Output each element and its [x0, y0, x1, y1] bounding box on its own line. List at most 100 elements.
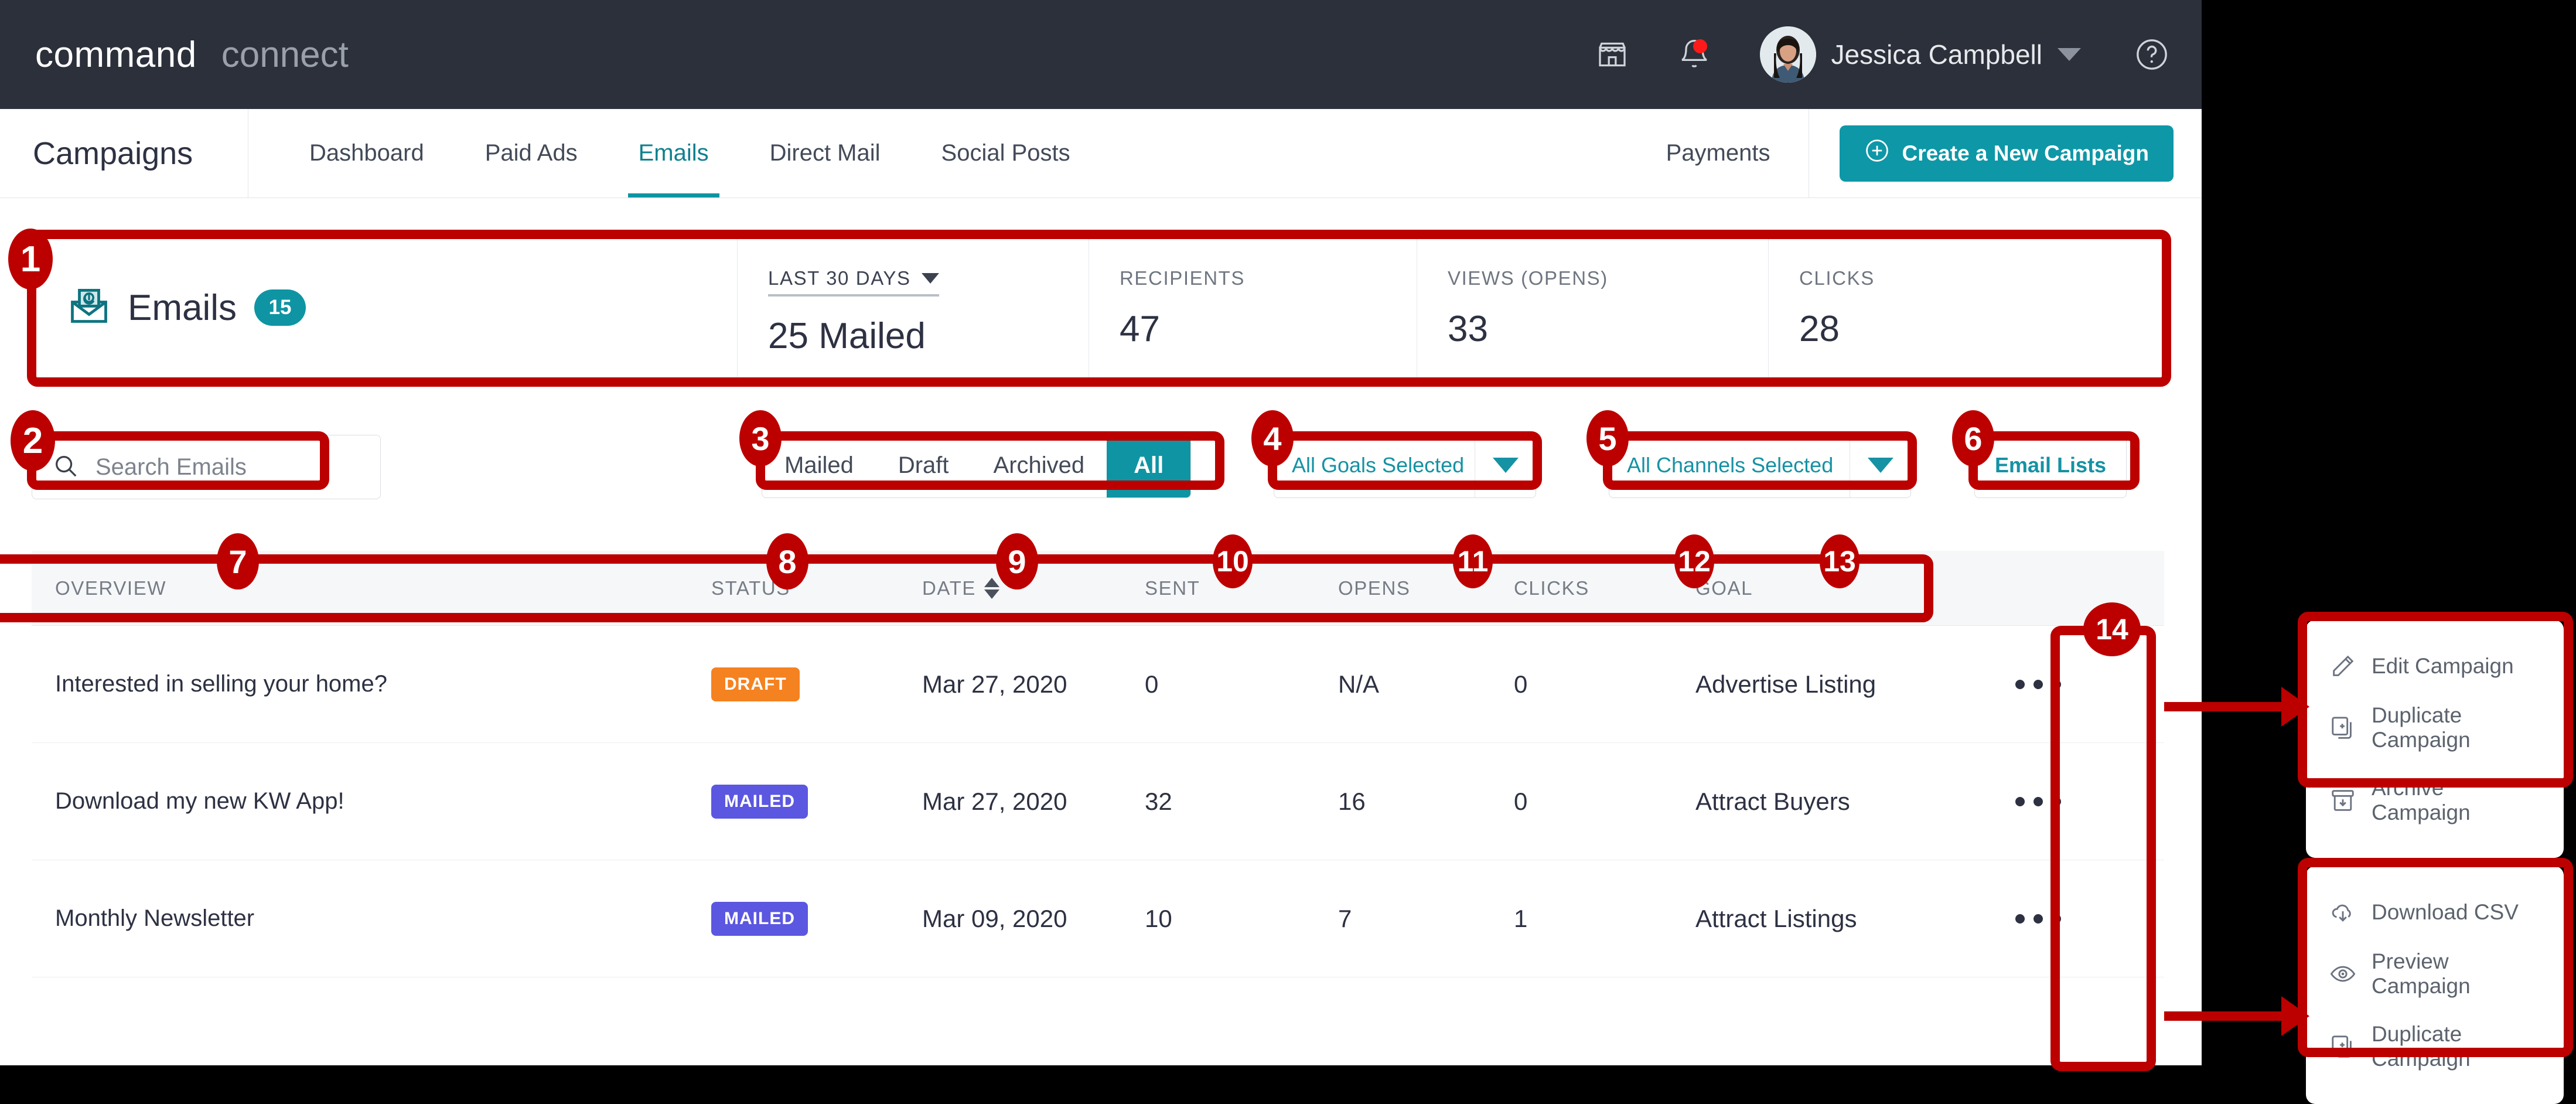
annotation-marker-13: 13 [1820, 534, 1860, 588]
table-row[interactable]: Monthly Newsletter MAILED Mar 09, 2020 1… [32, 860, 2164, 977]
search-input[interactable]: Search Emails [32, 435, 381, 499]
date-range-value: 25 Mailed [768, 316, 926, 356]
menu-item-duplicate-campaign[interactable]: Duplicate Campaign [2306, 1010, 2564, 1083]
channels-dropdown[interactable]: All Channels Selected [1609, 432, 1911, 498]
row-actions-menu-button[interactable] [1942, 914, 2135, 924]
annotation-arrow-line-2 [2164, 1011, 2281, 1021]
th-clicks[interactable]: CLICKS [1514, 577, 1695, 599]
tab-social-posts[interactable]: Social Posts [911, 109, 1101, 197]
notification-dot [1693, 39, 1707, 53]
row-context-menu-mailed[interactable]: Download CSV Preview Campaign Duplicate … [2306, 866, 2564, 1104]
email-lists-button[interactable]: Email Lists [1974, 432, 2127, 498]
tab-dashboard[interactable]: Dashboard [279, 109, 455, 197]
goals-dropdown[interactable]: All Goals Selected [1274, 432, 1536, 498]
brand-primary: command [35, 34, 197, 75]
status-filter-group: Mailed Draft Archived All [762, 432, 1192, 498]
filter-archived[interactable]: Archived [971, 433, 1107, 498]
menu-item-edit-campaign[interactable]: Edit Campaign [2306, 641, 2564, 691]
brand-secondary: connect [221, 34, 349, 75]
table-row[interactable]: Interested in selling your home? DRAFT M… [32, 626, 2164, 743]
campaigns-table: OVERVIEW STATUS DATE SENT OPENS CLICKS G… [32, 551, 2164, 977]
annotation-arrow-head-2 [2281, 996, 2309, 1036]
top-bar-actions: Jessica Campbell [1596, 0, 2202, 109]
sort-updown-icon[interactable] [984, 577, 999, 599]
stat-clicks: CLICKS 28 [1769, 234, 2120, 381]
duplicate-icon [2329, 1033, 2356, 1060]
status-badge: DRAFT [711, 667, 800, 701]
th-goal[interactable]: GOAL [1695, 577, 1942, 599]
menu-item-duplicate-campaign[interactable]: Duplicate Campaign [2306, 691, 2564, 764]
question-circle-icon[interactable] [2135, 38, 2169, 71]
row-actions-menu-button[interactable] [1942, 679, 2135, 689]
duplicate-icon [2329, 714, 2356, 741]
menu-item-label: Edit Campaign [2372, 654, 2514, 678]
menu-item-label: Duplicate Campaign [2372, 1022, 2471, 1071]
th-overview[interactable]: OVERVIEW [32, 577, 711, 599]
row-goal: Advertise Listing [1695, 670, 1876, 698]
ellipsis-icon[interactable] [2015, 679, 2061, 689]
th-opens[interactable]: OPENS [1338, 577, 1514, 599]
chevron-down-icon[interactable] [2058, 48, 2081, 61]
search-icon [52, 452, 79, 482]
menu-item-label: Download CSV [2372, 900, 2519, 924]
th-status[interactable]: STATUS [711, 577, 922, 599]
annotation-marker-3: 3 [739, 410, 782, 466]
stat-date-range[interactable]: LAST 30 DAYS 25 Mailed [738, 234, 1089, 381]
annotation-marker-9: 9 [996, 533, 1038, 590]
annotation-marker-1: 1 [8, 229, 53, 289]
tab-emails[interactable]: Emails [608, 109, 739, 197]
status-badge: MAILED [711, 784, 808, 819]
menu-item-label: Preview Campaign [2372, 949, 2471, 998]
stat-clicks-value: 28 [1799, 309, 1840, 349]
row-opens: N/A [1338, 670, 1380, 698]
app-window: command connect Jessica Campbell Campaig… [0, 0, 2202, 1065]
row-status: MAILED [711, 784, 922, 819]
stats-summary-bar: Emails 15 LAST 30 DAYS 25 Mailed RECIPIE… [32, 234, 2164, 381]
user-name[interactable]: Jessica Campbell [1831, 39, 2042, 70]
storefront-icon[interactable] [1596, 38, 1629, 71]
email-at-icon [68, 285, 110, 330]
annotation-arrow-line-1 [2164, 702, 2281, 711]
row-goal: Attract Listings [1695, 904, 1857, 932]
create-new-campaign-label: Create a New Campaign [1902, 141, 2149, 165]
channels-dropdown-value: All Channels Selected [1627, 453, 1834, 477]
row-date: Mar 27, 2020 [922, 670, 1067, 698]
row-status: DRAFT [711, 667, 922, 701]
pencil-icon [2329, 653, 2356, 680]
row-title[interactable]: Download my new KW App! [32, 788, 711, 815]
brand-logo[interactable]: command connect [35, 34, 349, 76]
bell-icon[interactable] [1678, 38, 1711, 71]
row-sent: 32 [1145, 787, 1172, 815]
menu-item-archive-campaign[interactable]: Archive Campaign [2306, 764, 2564, 837]
tab-paid-ads[interactable]: Paid Ads [455, 109, 608, 197]
page-nav-bar: Campaigns Dashboard Paid Ads Emails Dire… [0, 108, 2202, 198]
nav-items: Dashboard Paid Ads Emails Direct Mail So… [248, 109, 1101, 197]
menu-item-label: Archive Campaign [2372, 776, 2471, 824]
top-bar: command connect Jessica Campbell [0, 0, 2202, 109]
tab-direct-mail[interactable]: Direct Mail [739, 109, 911, 197]
tab-payments[interactable]: Payments [1636, 140, 1801, 166]
row-title[interactable]: Monthly Newsletter [32, 905, 711, 932]
annotation-arrow-head-1 [2281, 687, 2309, 727]
th-date[interactable]: DATE [922, 577, 1145, 599]
create-new-campaign-button[interactable]: Create a New Campaign [1840, 125, 2174, 182]
chevron-down-icon [1850, 433, 1910, 498]
avatar[interactable] [1759, 26, 1816, 83]
row-title[interactable]: Interested in selling your home? [32, 671, 711, 697]
row-goal: Attract Buyers [1695, 787, 1850, 815]
ellipsis-icon[interactable] [2015, 914, 2061, 924]
table-row[interactable]: Download my new KW App! MAILED Mar 27, 2… [32, 743, 2164, 860]
caret-down-icon [921, 273, 939, 284]
menu-item-download-csv[interactable]: Download CSV [2306, 887, 2564, 938]
date-range-selector[interactable]: LAST 30 DAYS [768, 267, 939, 297]
menu-item-preview-campaign[interactable]: Preview Campaign [2306, 938, 2564, 1010]
date-range-label: LAST 30 DAYS [768, 267, 911, 289]
annotation-marker-12: 12 [1674, 534, 1714, 588]
row-actions-menu-button[interactable] [1942, 796, 2135, 806]
row-status: MAILED [711, 901, 922, 936]
row-opens: 16 [1338, 787, 1366, 815]
filter-draft[interactable]: Draft [876, 433, 971, 498]
ellipsis-icon[interactable] [2015, 796, 2061, 806]
filter-all[interactable]: All [1107, 433, 1191, 498]
row-context-menu-draft[interactable]: Edit Campaign Duplicate Campaign Archive… [2306, 620, 2564, 858]
